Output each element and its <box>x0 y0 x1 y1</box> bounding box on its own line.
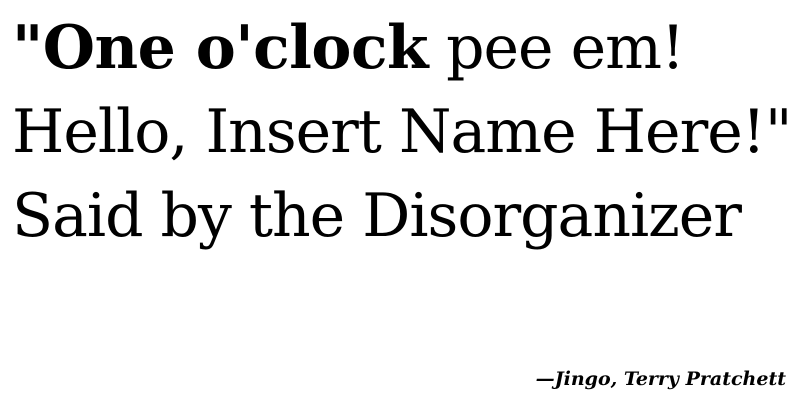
quote-line-2: Hello, Insert Name Here!" <box>12 97 792 167</box>
quote-attribution: —Jingo, Terry Pratchett <box>535 368 786 390</box>
quote-line-1-rest: pee em! <box>428 13 685 83</box>
quote-emphasis: "One o'clock <box>12 13 429 83</box>
quote-line-1: "One o'clock pee em! <box>12 6 792 90</box>
quote-line-3: Said by the Disorganizer <box>12 181 742 251</box>
quote-block: "One o'clock pee em! Hello, Insert Name … <box>12 6 792 258</box>
